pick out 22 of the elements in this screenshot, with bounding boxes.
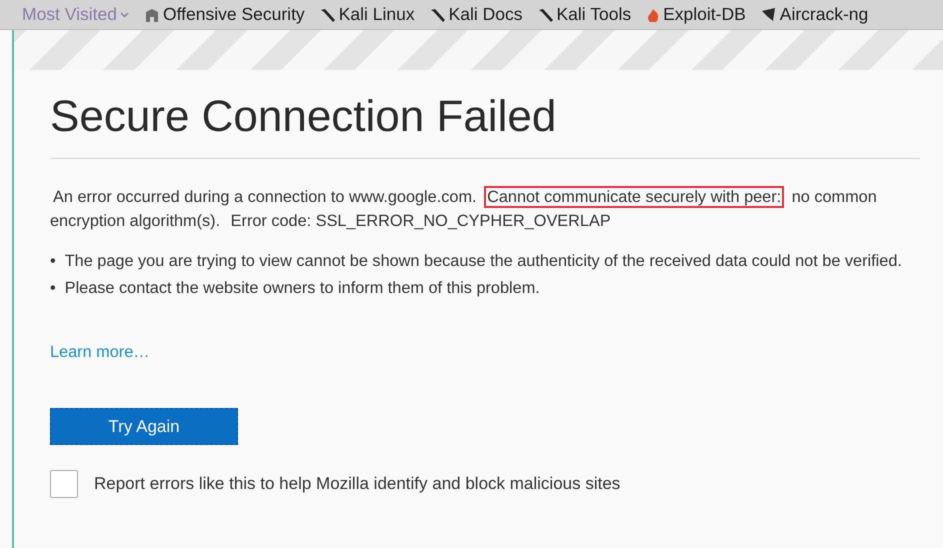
brush-icon (538, 6, 554, 22)
page-title: Secure Connection Failed (50, 92, 920, 159)
wing-icon (760, 6, 777, 22)
building-icon (144, 6, 160, 22)
bullet-marker: • (50, 251, 56, 272)
bookmark-link[interactable]: Kali Tools (538, 4, 632, 25)
brush-icon (320, 6, 336, 22)
bullet-text: Please contact the website owners to inform them of this problem. (64, 278, 540, 299)
bookmark-link[interactable]: Exploit-DB (646, 4, 746, 25)
bullet-marker: • (50, 278, 56, 299)
bullet-text: The page you are trying to view cannot be shown because the authenticity of the received data could not be verified. (64, 251, 902, 272)
bookmark-link[interactable]: Kali Docs (430, 4, 522, 25)
bookmark-link[interactable]: Offensive Security (144, 4, 305, 25)
error-description: An error occurred during a connection to www.google.com. Cannot communicate securely with peer: no common encryption algorithm(s). Error code: SSL_ERROR_NO_CYPHER_OVERLAP (50, 185, 878, 232)
checkbox-label: Report errors like this to help Mozilla identify and block malicious sites (94, 474, 620, 494)
checkbox[interactable] (50, 470, 78, 498)
flame-icon (646, 8, 660, 22)
bookmark-link[interactable]: Aircrack-ng (760, 4, 868, 25)
try-again-button[interactable]: Try Again (50, 408, 238, 445)
brush-icon (430, 6, 446, 22)
bookmark-link[interactable]: Kali Linux (320, 4, 415, 25)
caret-icon (120, 12, 129, 18)
